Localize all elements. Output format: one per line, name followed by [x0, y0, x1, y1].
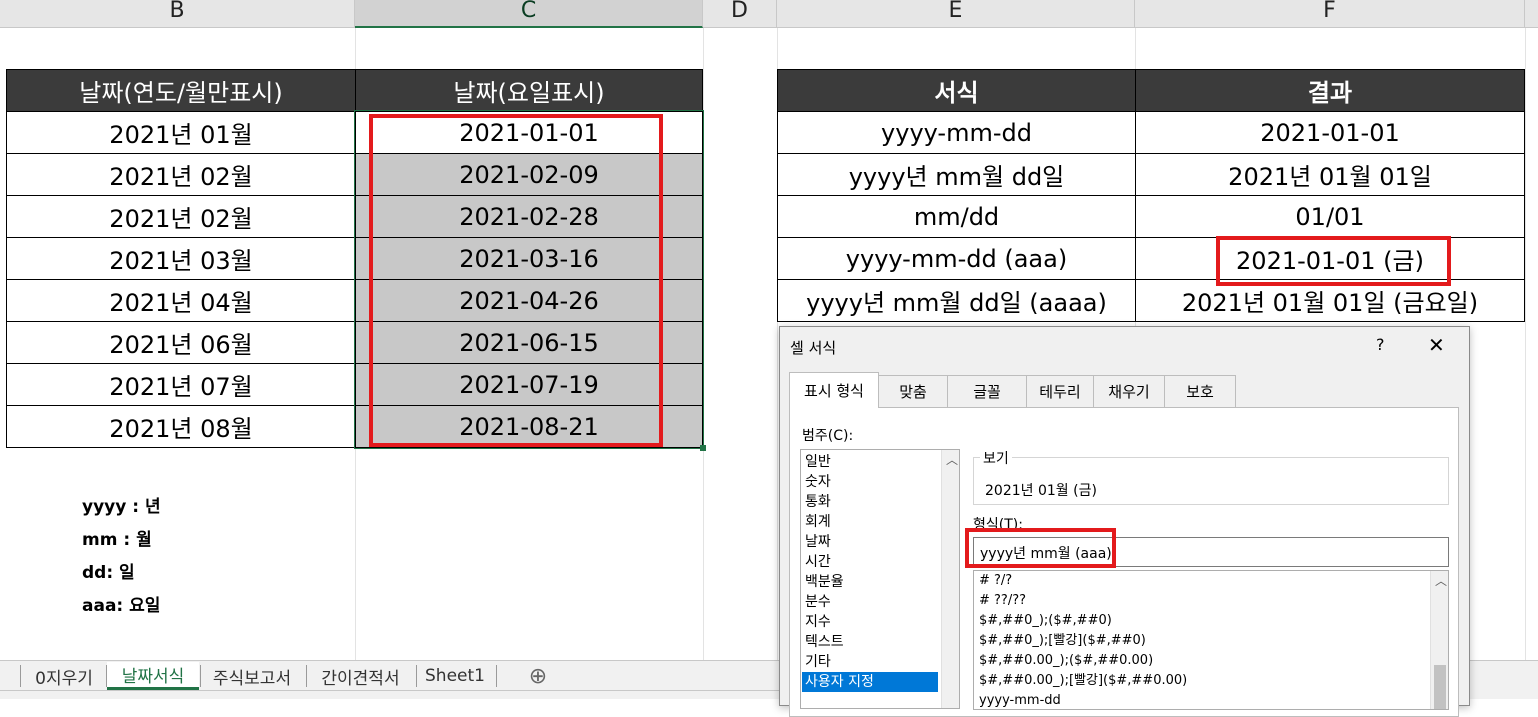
cell-format[interactable]: yyyy-mm-dd: [777, 111, 1136, 154]
format-list-item[interactable]: $#,##0_);($#,##0): [979, 611, 1112, 631]
category-scrollbar[interactable]: ︿: [941, 450, 959, 708]
cell-format[interactable]: yyyy년 mm월 dd일 (aaaa): [777, 279, 1136, 322]
fill-handle[interactable]: [700, 445, 706, 451]
tab-separator: [416, 665, 417, 687]
category-list[interactable]: 일반 숫자 통화 회계 날짜 시간 백분율 분수 지수 텍스트 기타 사용자 지…: [800, 449, 960, 709]
status-bar-divider: [0, 690, 780, 691]
note-month: mm : 월: [82, 530, 152, 550]
format-label: 형식(T):: [973, 517, 1023, 533]
note-day: dd: 일: [82, 563, 135, 583]
cell-year-month[interactable]: 2021년 02월: [6, 153, 356, 196]
category-item-selected[interactable]: 사용자 지정: [802, 672, 938, 692]
header-cell-format[interactable]: 서식: [777, 69, 1136, 112]
format-scrollbar[interactable]: ︿: [1430, 571, 1448, 709]
column-header-d[interactable]: D: [703, 0, 777, 28]
cell-format[interactable]: mm/dd: [777, 195, 1136, 238]
category-item[interactable]: 분수: [805, 592, 831, 612]
close-icon[interactable]: ✕: [1428, 333, 1445, 357]
cell-year-month[interactable]: 2021년 08월: [6, 405, 356, 448]
preview-value: 2021년 01월 (금): [985, 483, 1097, 499]
tab-number[interactable]: 표시 형식: [789, 372, 879, 408]
tab-fill[interactable]: 채우기: [1093, 375, 1165, 407]
cell-year-month[interactable]: 2021년 03월: [6, 237, 356, 280]
format-input[interactable]: yyyy년 mm월 (aaa): [973, 537, 1449, 567]
gridline: [1525, 28, 1526, 660]
header-cell-year-month[interactable]: 날짜(연도/월만표시): [6, 69, 356, 112]
cell-format[interactable]: yyyy년 mm월 dd일: [777, 153, 1136, 196]
scroll-thumb[interactable]: [1434, 665, 1446, 709]
cell-year-month[interactable]: 2021년 07월: [6, 363, 356, 406]
tab-border[interactable]: 테두리: [1026, 375, 1094, 407]
header-cell-weekday[interactable]: 날짜(요일표시): [355, 69, 703, 112]
category-item[interactable]: 백분율: [805, 572, 844, 592]
tab-separator: [306, 665, 307, 687]
category-item[interactable]: 텍스트: [805, 632, 844, 652]
help-icon[interactable]: ?: [1376, 335, 1385, 354]
cell-result[interactable]: 01/01: [1135, 195, 1525, 238]
format-list-item[interactable]: $#,##0.00_);[빨강]($#,##0.00): [979, 671, 1187, 691]
cell-format[interactable]: yyyy-mm-dd (aaa): [777, 237, 1136, 280]
column-header-f[interactable]: F: [1135, 0, 1525, 28]
sheet-tab-active[interactable]: 날짜서식: [107, 662, 199, 690]
format-list[interactable]: # ?/? # ??/?? $#,##0_);($#,##0) $#,##0_)…: [973, 570, 1449, 710]
tab-font[interactable]: 글꼴: [947, 375, 1027, 407]
format-list-item[interactable]: # ?/?: [979, 571, 1012, 591]
category-label: 범주(C):: [802, 428, 854, 444]
category-item[interactable]: 기타: [805, 652, 831, 672]
scroll-up-icon[interactable]: ︿: [1435, 572, 1447, 589]
tab-separator: [496, 665, 497, 687]
category-item[interactable]: 일반: [805, 452, 831, 472]
preview-box: 2021년 01월 (금): [973, 457, 1449, 505]
preview-label: 보기: [980, 448, 1012, 468]
format-list-item[interactable]: $#,##0_);[빨강]($#,##0): [979, 631, 1146, 651]
cell-year-month[interactable]: 2021년 06월: [6, 321, 356, 364]
scroll-up-icon[interactable]: ︿: [946, 451, 958, 468]
format-list-item[interactable]: # ??/??: [979, 591, 1026, 611]
selection-border: [354, 110, 704, 449]
category-item[interactable]: 회계: [805, 512, 831, 532]
sheet-tab[interactable]: Sheet1: [418, 662, 492, 690]
category-item[interactable]: 지수: [805, 612, 831, 632]
cell-result[interactable]: 2021년 01월 01일: [1135, 153, 1525, 196]
format-list-item[interactable]: yyyy-mm-dd: [979, 691, 1061, 709]
dialog-title: 셀 서식: [790, 339, 837, 357]
horizontal-scrollbar[interactable]: [1470, 660, 1538, 699]
tab-protection[interactable]: 보호: [1164, 375, 1236, 407]
header-cell-result[interactable]: 결과: [1135, 69, 1525, 112]
tab-separator: [200, 665, 201, 687]
tab-alignment[interactable]: 맞춤: [878, 375, 948, 407]
cell-year-month[interactable]: 2021년 02월: [6, 195, 356, 238]
column-header-b[interactable]: B: [0, 0, 355, 28]
tab-separator: [20, 665, 21, 687]
column-header-c[interactable]: C: [355, 0, 703, 28]
cell-result[interactable]: 2021-01-01 (금): [1135, 237, 1525, 280]
sheet-tab[interactable]: 주식보고서: [202, 662, 302, 690]
cell-result[interactable]: 2021-01-01: [1135, 111, 1525, 154]
cell-year-month[interactable]: 2021년 04월: [6, 279, 356, 322]
cell-year-month[interactable]: 2021년 01월: [6, 111, 356, 154]
column-header-e[interactable]: E: [777, 0, 1135, 28]
add-sheet-icon[interactable]: ⊕: [524, 662, 552, 690]
format-list-item[interactable]: $#,##0.00_);($#,##0.00): [979, 651, 1153, 671]
category-item[interactable]: 날짜: [805, 532, 831, 552]
sheet-tab[interactable]: 0지우기: [24, 662, 104, 690]
category-item[interactable]: 통화: [805, 492, 831, 512]
format-cells-dialog: 셀 서식 ? ✕ 표시 형식 맞춤 글꼴 테두리 채우기 보호 범주(C): 일…: [779, 326, 1470, 717]
note-weekday: aaa: 요일: [82, 596, 161, 616]
category-item[interactable]: 숫자: [805, 472, 831, 492]
sheet-tab[interactable]: 간이견적서: [308, 662, 413, 690]
category-item[interactable]: 시간: [805, 552, 831, 572]
cell-result[interactable]: 2021년 01월 01일 (금요일): [1135, 279, 1525, 322]
note-year: yyyy : 년: [82, 497, 161, 517]
column-header-next[interactable]: [1525, 0, 1538, 28]
